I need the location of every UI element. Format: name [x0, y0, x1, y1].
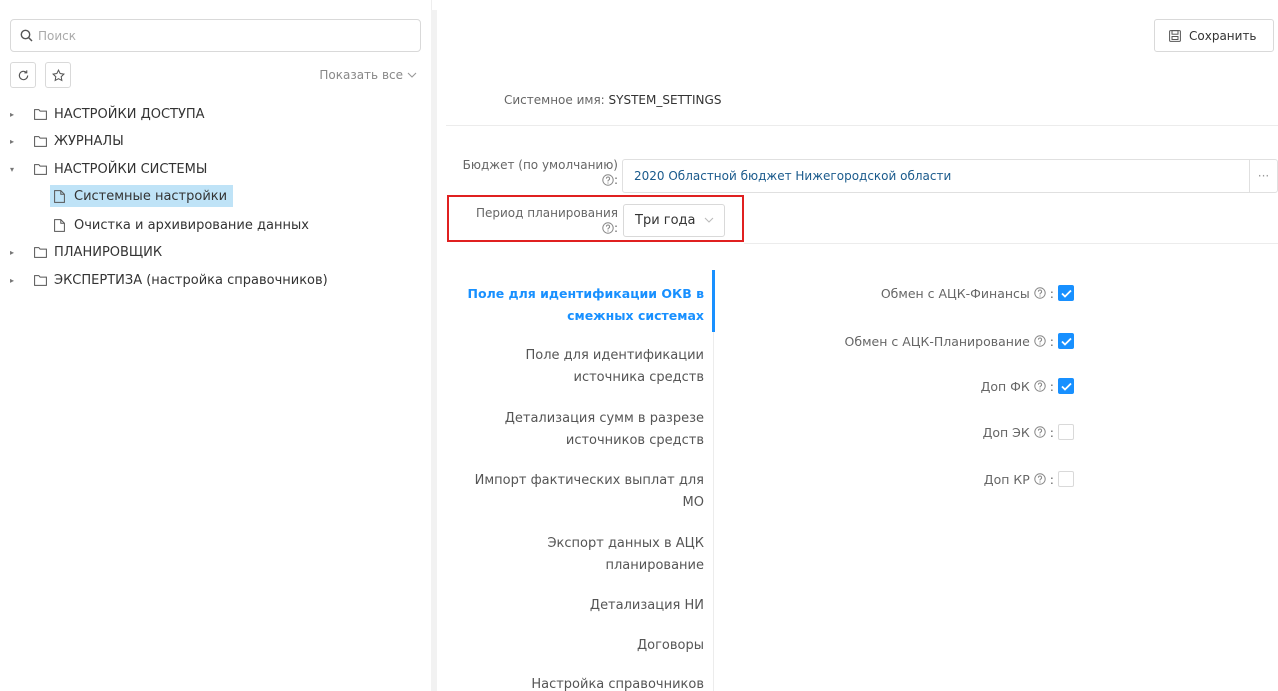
- option-dop-ek[interactable]: Доп ЭК :: [983, 424, 1074, 440]
- show-all-label: Показать все: [319, 68, 403, 82]
- folder-icon: [34, 108, 48, 120]
- tree-item-scheduler[interactable]: ▸ ПЛАНИРОВЩИК: [10, 241, 162, 263]
- caret-right-icon: ▸: [10, 275, 15, 285]
- tab-source-identification[interactable]: Поле для идентификации источника средств: [525, 345, 704, 389]
- budget-field[interactable]: 2020 Областной бюджет Нижегородской обла…: [622, 159, 1278, 193]
- file-icon: [54, 218, 68, 232]
- option-dop-fk[interactable]: Доп ФК :: [981, 378, 1074, 394]
- option-acc-planning[interactable]: Обмен с АЦК-Планирование :: [845, 333, 1074, 349]
- help-icon: [1034, 473, 1046, 485]
- tab-import-payments[interactable]: Импорт фактических выплат для МО: [475, 470, 704, 514]
- tree-item-label: НАСТРОЙКИ СИСТЕМЫ: [54, 161, 208, 177]
- tab-export-data[interactable]: Экспорт данных в АЦК планирование: [547, 533, 704, 577]
- tree-item-label: Системные настройки: [74, 188, 228, 204]
- refresh-button[interactable]: [10, 62, 36, 88]
- divider: [446, 125, 1278, 126]
- system-name-value: SYSTEM_SETTINGS: [608, 93, 722, 107]
- checkbox[interactable]: [1058, 471, 1074, 487]
- tab-label-line: Поле для идентификации ОКВ в: [467, 286, 704, 301]
- checkbox[interactable]: [1058, 424, 1074, 440]
- budget-value: 2020 Областной бюджет Нижегородской обла…: [634, 169, 952, 183]
- option-label: Доп ФК: [980, 378, 1030, 394]
- tree-item-label: ПЛАНИРОВЩИК: [54, 244, 163, 260]
- show-all-dropdown[interactable]: Показать все: [319, 68, 417, 82]
- checkbox[interactable]: [1058, 333, 1074, 349]
- tab-okv-identification[interactable]: Поле для идентификации ОКВ в смежных сис…: [468, 283, 704, 327]
- folder-icon: [34, 163, 48, 175]
- favorites-button[interactable]: [45, 62, 71, 88]
- option-label: Доп КР: [983, 471, 1030, 487]
- help-icon: [602, 174, 614, 186]
- budget-label-text: Бюджет (по умолчанию): [462, 158, 618, 172]
- save-icon: [1169, 29, 1181, 42]
- tree-item-data-cleanup[interactable]: Очистка и архивирование данных: [54, 214, 309, 236]
- option-label: Обмен с АЦК-Планирование: [844, 333, 1030, 349]
- folder-icon: [34, 135, 48, 147]
- tab-label-line: источника средств: [573, 370, 704, 385]
- divider: [744, 243, 1278, 244]
- tab-label-line: планирование: [605, 558, 704, 573]
- tab-label-line: МО: [682, 495, 704, 510]
- system-name-label: Системное имя:: [504, 93, 605, 107]
- tab-label-line: Детализация НИ: [589, 598, 704, 613]
- caret-right-icon: ▸: [10, 136, 15, 146]
- tab-label-line: Экспорт данных в АЦК: [547, 536, 704, 551]
- option-label: Обмен с АЦК-Финансы: [880, 285, 1030, 301]
- option-acc-finance[interactable]: Обмен с АЦК-Финансы :: [881, 285, 1074, 301]
- tab-amount-detail[interactable]: Детализация сумм в разрезе источников ср…: [505, 408, 704, 452]
- tree-item-label: НАСТРОЙКИ ДОСТУПА: [54, 106, 205, 122]
- sidebar: Поиск Показать все ▸ НАСТРОЙКИ ДОСТУПА ▸…: [0, 0, 437, 691]
- caret-right-icon: ▸: [10, 247, 15, 257]
- option-label: Доп ЭК: [982, 424, 1030, 440]
- tree-item-system-settings[interactable]: Системные настройки: [50, 185, 234, 207]
- tree-item-journals[interactable]: ▸ ЖУРНАЛЫ: [10, 130, 124, 152]
- budget-label: Бюджет (по умолчанию) :: [462, 158, 618, 187]
- chevron-down-icon: [407, 72, 417, 79]
- checkbox[interactable]: [1058, 378, 1074, 394]
- folder-icon: [34, 246, 48, 258]
- tree-item-label: ЖУРНАЛЫ: [54, 133, 124, 149]
- caret-right-icon: ▸: [10, 109, 15, 119]
- tab-directory-settings[interactable]: Настройка справочников: [531, 674, 704, 691]
- tab-label-line: источников средств: [565, 433, 704, 448]
- help-icon: [1034, 426, 1046, 438]
- search-input[interactable]: Поиск: [10, 19, 421, 52]
- tab-label-line: Договоры: [636, 638, 704, 653]
- tab-contracts[interactable]: Договоры: [637, 635, 704, 657]
- tree-item-access-settings[interactable]: ▸ НАСТРОЙКИ ДОСТУПА: [10, 103, 205, 125]
- refresh-icon: [17, 69, 30, 82]
- help-icon: [1034, 335, 1046, 347]
- highlight-box: [447, 195, 744, 242]
- tab-label-line: смежных системах: [567, 308, 704, 323]
- star-icon: [51, 68, 65, 82]
- search-placeholder: Поиск: [38, 28, 77, 43]
- tab-label-line: Поле для идентификации: [525, 348, 704, 363]
- option-dop-kr[interactable]: Доп КР :: [984, 471, 1074, 487]
- tab-label-line: Детализация сумм в разрезе: [504, 411, 704, 426]
- tree-item-system-settings-folder[interactable]: ▾ НАСТРОЙКИ СИСТЕМЫ: [10, 158, 207, 180]
- file-icon: [54, 189, 68, 203]
- help-icon: [1034, 287, 1046, 299]
- tree-item-label: Очистка и архивирование данных: [74, 217, 309, 233]
- tab-label-line: Импорт фактических выплат для: [474, 473, 704, 488]
- system-name-row: Системное имя: SYSTEM_SETTINGS: [504, 93, 721, 107]
- tab-ni-detail[interactable]: Детализация НИ: [590, 595, 704, 617]
- active-tab-indicator: [712, 270, 715, 332]
- tree-item-label: ЭКСПЕРТИЗА (настройка справочников): [54, 272, 328, 288]
- folder-icon: [34, 274, 48, 286]
- search-icon: [20, 29, 34, 43]
- tabs-divider: [713, 270, 714, 691]
- tab-label-line: Настройка справочников: [531, 677, 704, 691]
- save-label: Сохранить: [1189, 28, 1257, 43]
- save-button[interactable]: Сохранить: [1154, 19, 1274, 52]
- checkbox[interactable]: [1058, 285, 1074, 301]
- budget-more-button[interactable]: ···: [1249, 160, 1277, 192]
- help-icon: [1034, 380, 1046, 392]
- caret-down-icon: ▾: [10, 164, 15, 174]
- tree-item-expertise[interactable]: ▸ ЭКСПЕРТИЗА (настройка справочников): [10, 269, 328, 291]
